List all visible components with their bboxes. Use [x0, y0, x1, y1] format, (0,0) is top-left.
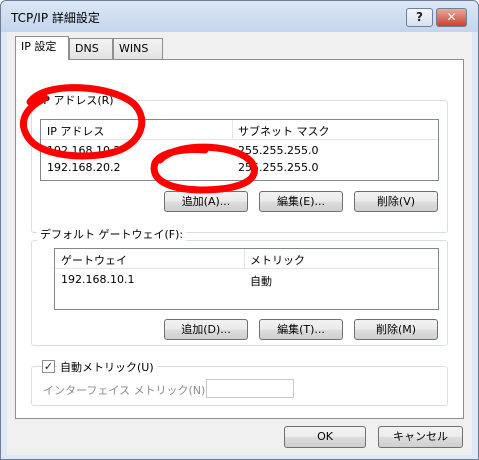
column-separator [244, 249, 245, 269]
interface-metric-label: インターフェイス メトリック(N): [43, 384, 210, 397]
ip-address-group-label: IP アドレス(R) [37, 92, 117, 108]
auto-metric-label[interactable]: 自動メトリック(U) [57, 359, 157, 375]
help-button[interactable]: ? [406, 8, 433, 27]
ip-row-1-mask[interactable]: 255.255.255.0 [238, 144, 318, 157]
close-button[interactable]: ✕ [436, 8, 467, 27]
ip-delete-button[interactable]: 削除(V) [354, 191, 438, 212]
ip-address-list[interactable]: IP アドレス サブネット マスク 192.168.10.2 255.255.2… [40, 119, 439, 181]
ip-add-button[interactable]: 追加(A)... [164, 191, 248, 212]
column-header-ip-address[interactable]: IP アドレス [47, 123, 104, 139]
ip-list-header: IP アドレス サブネット マスク [41, 120, 438, 140]
ip-row-1-address[interactable]: 192.168.10.2 [47, 144, 120, 157]
gateway-list-header: ゲートウェイ メトリック [55, 249, 438, 269]
tab-dns[interactable]: DNS [69, 38, 113, 59]
gateway-row-1-address[interactable]: 192.168.10.1 [61, 273, 134, 286]
ip-edit-button[interactable]: 編集(E)... [259, 191, 343, 212]
window-title: TCP/IP 詳細設定 [11, 11, 100, 25]
title-bar[interactable]: TCP/IP 詳細設定 ? ✕ [1, 1, 478, 32]
gateway-group-label: デフォルト ゲートウェイ(F): [37, 226, 187, 242]
dialog-body: IP 設定 DNS WINS IP アドレス(R) IP アドレス サブネット … [7, 32, 472, 455]
column-separator [232, 120, 233, 140]
gateway-add-button[interactable]: 追加(D)... [164, 319, 248, 340]
gateway-list[interactable]: ゲートウェイ メトリック 192.168.10.1 自動 [54, 248, 439, 310]
gateway-edit-button[interactable]: 編集(T)... [259, 319, 343, 340]
cancel-button[interactable]: キャンセル [378, 426, 463, 448]
auto-metric-checkbox[interactable]: ✓ [42, 360, 55, 373]
ip-row-2-address[interactable]: 192.168.20.2 [47, 161, 120, 174]
ok-button[interactable]: OK [284, 426, 366, 448]
ip-row-2-mask[interactable]: 255.255.255.0 [238, 161, 318, 174]
tcpip-advanced-dialog: TCP/IP 詳細設定 ? ✕ IP 設定 DNS WINS IP アドレス(R… [0, 0, 479, 460]
tab-wins[interactable]: WINS [113, 38, 163, 59]
gateway-row-1-metric[interactable]: 自動 [250, 273, 272, 289]
column-header-gateway[interactable]: ゲートウェイ [61, 252, 127, 268]
tab-ip-settings[interactable]: IP 設定 [15, 36, 69, 60]
ip-settings-panel: IP アドレス(R) IP アドレス サブネット マスク 192.168.10.… [15, 59, 464, 419]
column-header-subnet-mask[interactable]: サブネット マスク [238, 123, 330, 139]
column-header-metric[interactable]: メトリック [250, 252, 305, 268]
interface-metric-input[interactable] [206, 379, 294, 398]
gateway-delete-button[interactable]: 削除(M) [354, 319, 438, 340]
